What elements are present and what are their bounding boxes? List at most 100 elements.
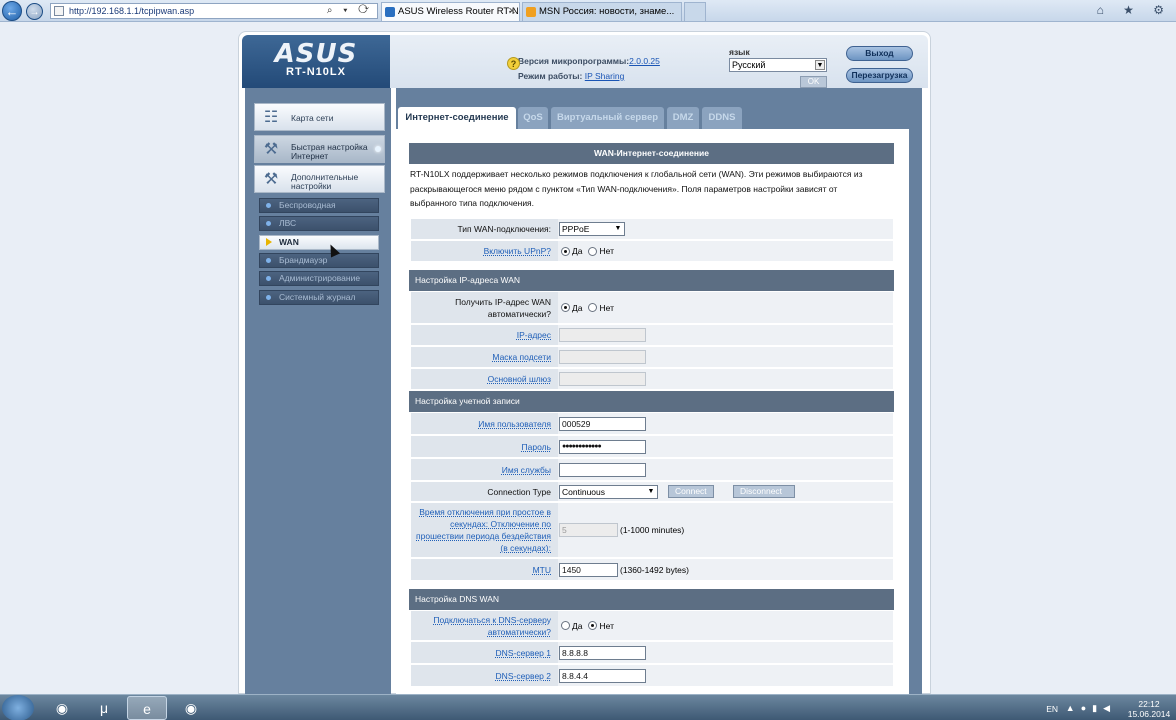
wan-type-cell: PPPoE ▼	[558, 219, 893, 239]
input-language[interactable]: EN	[1046, 704, 1058, 714]
submenu-label: WAN	[279, 237, 299, 247]
sidebar-item-quick-setup[interactable]: ⚒ Быстрая настройка Интернет	[254, 135, 385, 163]
chevron-down-icon: ▼	[614, 225, 622, 232]
new-tab-button[interactable]	[684, 2, 706, 21]
user-row: Имя пользователя 000529	[411, 413, 893, 435]
tab-qos[interactable]: QoS	[518, 107, 548, 129]
ie-page-icon	[385, 7, 395, 17]
tab-label: ASUS Wireless Router RT-N...	[398, 6, 520, 17]
mtu-cell: 1450 (1360-1492 bytes)	[558, 559, 893, 580]
idle-hint: (1-1000 minutes)	[620, 525, 685, 535]
firmware-link[interactable]: 2.0.0.25	[629, 56, 660, 66]
mask-label: Маска подсети	[492, 352, 551, 362]
password-input[interactable]: ●●●●●●●●●●●●	[559, 439, 646, 454]
tray-icons[interactable]: ▲●▮◀	[1066, 703, 1116, 714]
username-input[interactable]: 000529	[559, 416, 646, 431]
submenu-label: Системный журнал	[279, 292, 356, 302]
dns2-label: DNS-сервер 2	[495, 670, 551, 681]
ie-icon[interactable]: e	[127, 696, 167, 720]
media-icon[interactable]: ◉	[171, 696, 211, 720]
tab-ddns[interactable]: DDNS	[702, 107, 742, 129]
ip-row: IP-адрес	[411, 325, 893, 346]
sidebar-item-syslog[interactable]: Системный журнал	[259, 290, 379, 305]
dns-auto-no-radio[interactable]	[588, 621, 598, 630]
mtu-label: MTU	[532, 564, 551, 575]
bullet-icon	[266, 203, 271, 208]
clock[interactable]: 22:12 15.06.2014	[1124, 699, 1174, 719]
auto-ip-label: Получить IP-адрес WAN автоматически?	[455, 296, 551, 319]
sidebar-item-wan[interactable]: WAN	[259, 235, 379, 250]
system-tray: EN ▲●▮◀ 22:12 15.06.2014	[1034, 695, 1174, 720]
sidebar-item-admin[interactable]: Администрирование	[259, 271, 379, 286]
wan-type-value: PPPoE	[562, 224, 590, 234]
wan-type-select[interactable]: PPPoE ▼	[559, 222, 625, 236]
reboot-button[interactable]: Перезагрузка	[846, 68, 913, 83]
auto-ip-yes-radio[interactable]	[561, 303, 570, 312]
forward-button[interactable]: →	[26, 3, 43, 20]
intro-text: RT-N10LX поддерживает несколько режимов …	[410, 169, 863, 208]
connect-button[interactable]: Connect	[668, 485, 714, 498]
upnp-label: Включить UPnP?	[483, 246, 551, 256]
logout-button[interactable]: Выход	[846, 46, 913, 61]
auto-ip-cell: Да Нет	[558, 292, 893, 323]
gateway-input[interactable]	[559, 372, 646, 386]
idle-input[interactable]: 5	[559, 523, 618, 537]
mode-link[interactable]: IP Sharing	[585, 71, 625, 81]
sidebar-item-advanced[interactable]: ⚒ Дополнительные настройки	[254, 165, 385, 193]
network-map-icon: ☷	[263, 109, 279, 126]
browser-tab-msn[interactable]: MSN Россия: новости, знаме...	[522, 2, 682, 21]
help-icon[interactable]: ?	[507, 57, 520, 70]
password-label: Пароль	[521, 441, 552, 452]
clock-date: 15.06.2014	[1127, 709, 1171, 719]
sidebar-item-network-map[interactable]: ☷ Карта сети	[254, 103, 385, 131]
ip-section-header: Настройка IP-адреса WAN	[409, 270, 894, 291]
brand-logo: ASUS	[274, 39, 358, 69]
utorrent-icon[interactable]: μ	[84, 696, 124, 720]
browser-right-icons[interactable]: ⌂ ★ ⚙	[1097, 3, 1172, 17]
asus-logo: ASUS RT-N10LX	[242, 35, 390, 88]
password-cell: ●●●●●●●●●●●●	[558, 436, 893, 457]
language-value: Русский	[732, 60, 766, 70]
dns2-input[interactable]: 8.8.4.4	[559, 668, 646, 683]
mtu-input[interactable]: 1450	[559, 562, 618, 577]
dns1-row: DNS-сервер 1 8.8.8.8	[411, 642, 893, 664]
auto-ip-no-radio[interactable]	[588, 303, 598, 312]
address-bar[interactable]: http://192.168.1.1/tcpipwan.asp ⌕ ▾ ⟳	[50, 3, 378, 19]
browser-tab-asus[interactable]: ASUS Wireless Router RT-N... ✕	[381, 2, 520, 21]
sidebar-item-label: Быстрая настройка Интернет	[291, 142, 368, 161]
upnp-no-radio[interactable]	[588, 246, 598, 256]
start-button[interactable]	[2, 695, 34, 720]
service-input[interactable]	[559, 462, 646, 477]
chevron-down-icon: ▼	[815, 60, 825, 70]
ip-label: IP-адрес	[516, 330, 551, 340]
dns-auto-yes-radio[interactable]	[561, 621, 570, 630]
tab-dmz[interactable]: DMZ	[667, 107, 699, 129]
chrome-icon[interactable]: ◉	[42, 696, 82, 720]
sidebar-item-wireless[interactable]: Беспроводная	[259, 198, 379, 213]
language-ok-button[interactable]: OK	[800, 76, 827, 88]
ip-input[interactable]	[559, 328, 646, 342]
clock-time: 22:12	[1138, 699, 1160, 709]
bullet-icon	[266, 258, 271, 263]
taskbar: ◉ μ e ◉ EN ▲●▮◀ 22:12 15.06.2014	[0, 694, 1176, 720]
msn-icon	[526, 7, 536, 17]
conn-type-select[interactable]: Continuous ▼	[559, 484, 658, 499]
sidebar-item-lan[interactable]: ЛВС	[259, 216, 379, 231]
address-controls[interactable]: ⌕ ▾ ⟳	[327, 4, 373, 18]
disconnect-button[interactable]: Disconnect	[733, 485, 795, 498]
language-label: язык	[729, 47, 750, 57]
mtu-hint: (1360-1492 bytes)	[620, 564, 689, 575]
mask-input[interactable]	[559, 350, 646, 364]
tab-virtual-server[interactable]: Виртуальный сервер	[551, 107, 664, 129]
sidebar-item-firewall[interactable]: Брандмауэр	[259, 253, 379, 268]
wrench-icon: ⚒	[263, 141, 279, 158]
model-name: RT-N10LX	[286, 66, 346, 78]
tab-internet[interactable]: Интернет-соединение	[398, 107, 516, 129]
conn-type-cell: Continuous ▼ Connect Disconnect	[558, 482, 893, 501]
close-tab-icon[interactable]: ✕	[508, 3, 516, 21]
back-button[interactable]: ←	[2, 1, 22, 21]
service-label: Имя службы	[501, 464, 551, 475]
upnp-yes-radio[interactable]	[561, 246, 570, 256]
dns1-input[interactable]: 8.8.8.8	[559, 645, 646, 660]
language-select[interactable]: Русский ▼	[729, 58, 827, 72]
